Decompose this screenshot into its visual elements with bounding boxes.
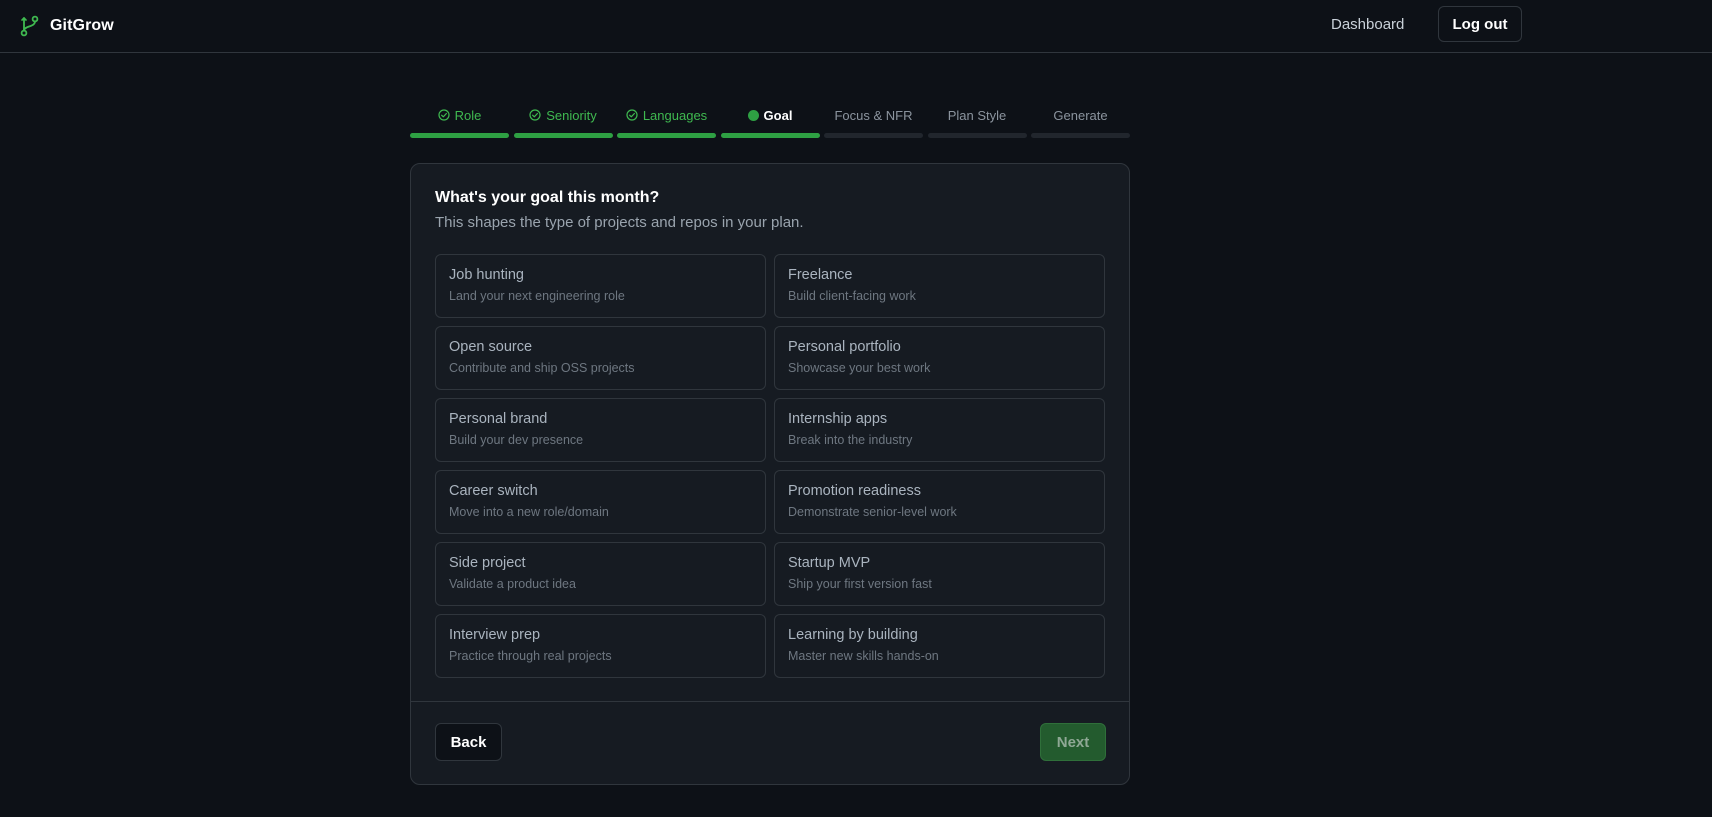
nav-link-dashboard[interactable]: Dashboard [1331,13,1404,37]
step-label-text: Focus & NFR [834,107,913,123]
step-label: Seniority [514,107,613,123]
step-progress-bar [617,133,716,138]
option-description: Contribute and ship OSS projects [449,361,635,375]
option-title: Job hunting [449,267,524,283]
step-progress-bar [410,133,509,138]
goal-option-learning-by-building[interactable]: Learning by building Master new skills ha… [774,614,1105,678]
git-branch-icon [20,15,39,37]
option-description: Master new skills hands-on [788,649,939,663]
goal-card: What's your goal this month? This shapes… [410,163,1130,785]
goal-option-interview-prep[interactable]: Interview prep Practice through real proj… [435,614,766,678]
option-description: Practice through real projects [449,649,612,663]
step-label: Role [410,107,509,123]
step-languages[interactable]: Languages [617,104,716,140]
step-progress-bar [927,133,1027,138]
check-circle-icon [626,109,638,121]
step-label: Focus & NFR [824,107,923,123]
card-title: What's your goal this month? [435,189,660,206]
step-generate: Generate [1031,104,1130,140]
option-title: Career switch [449,483,538,499]
next-button[interactable]: Next [1040,723,1106,761]
step-label: Generate [1031,107,1130,123]
option-title: Side project [449,555,526,571]
logout-button[interactable]: Log out [1438,6,1522,42]
option-title: Open source [449,339,533,355]
step-goal: Goal [720,104,820,140]
option-title: Startup MVP [788,555,871,571]
goal-option-career-switch[interactable]: Career switch Move into a new role/domain [435,470,766,534]
option-description: Demonstrate senior-level work [788,505,957,519]
step-label: Goal [721,107,820,123]
option-title: Freelance [788,267,853,283]
step-progress-bar [513,133,613,138]
option-title: Promotion readiness [788,483,921,499]
option-description: Break into the industry [788,433,913,447]
step-label-text: Seniority [546,107,597,123]
option-title: Personal portfolio [788,339,901,355]
back-button[interactable]: Back [435,723,502,761]
step-label: Languages [617,107,716,123]
option-description: Move into a new role/domain [449,505,609,519]
goal-option-open-source[interactable]: Open source Contribute and ship OSS proje… [435,326,766,390]
option-title: Personal brand [449,411,548,427]
card-subtitle: This shapes the type of projects and rep… [435,214,804,231]
option-title: Internship apps [788,411,888,427]
option-description: Build your dev presence [449,433,584,447]
step-label: Plan Style [928,107,1027,123]
step-seniority[interactable]: Seniority [513,104,613,140]
goal-option-freelance[interactable]: Freelance Build client-facing work [774,254,1105,318]
check-circle-icon [529,109,541,121]
option-title: Interview prep [449,627,541,643]
option-description: Showcase your best work [788,361,931,375]
option-title: Learning by building [788,627,918,643]
option-description: Build client-facing work [788,289,916,303]
option-description: Ship your first version fast [788,577,932,591]
step-progress-bar [824,133,923,138]
step-label-text: Plan Style [947,107,1007,123]
goal-option-promotion-readiness[interactable]: Promotion readiness Demonstrate senior-le… [774,470,1105,534]
option-description: Land your next engineering role [449,289,625,303]
top-navbar: GitGrow Dashboard Log out [0,0,1712,53]
step-label-text: Languages [642,107,708,123]
option-description: Validate a product idea [449,577,576,591]
goal-option-personal-portfolio[interactable]: Personal portfolio Showcase your best wor… [774,326,1105,390]
goal-options-grid: Job hunting Land your next engineering ro… [435,254,1105,678]
brand-name: GitGrow [50,17,114,34]
step-progress-bar [1031,133,1130,138]
wizard-stepper: Role Seniority Languages Goal Focus & NFR Pla… [410,104,1130,140]
step-role[interactable]: Role [410,104,509,140]
goal-option-side-project[interactable]: Side project Validate a product idea [435,542,766,606]
card-divider [411,701,1129,702]
step-focus-nfr: Focus & NFR [824,104,923,140]
step-progress-bar [720,133,820,138]
active-dot-icon [747,109,759,121]
brand-logo[interactable]: GitGrow [20,12,114,40]
step-label-text: Role [454,107,482,123]
goal-option-startup-mvp[interactable]: Startup MVP Ship your first version fast [774,542,1105,606]
step-label-text: Goal [763,107,793,123]
goal-option-internship-apps[interactable]: Internship apps Break into the industry [774,398,1105,462]
goal-option-job-hunting[interactable]: Job hunting Land your next engineering ro… [435,254,766,318]
goal-option-personal-brand[interactable]: Personal brand Build your dev presence [435,398,766,462]
step-plan-style: Plan Style [927,104,1027,140]
check-circle-icon [438,109,450,121]
step-label-text: Generate [1053,107,1108,123]
